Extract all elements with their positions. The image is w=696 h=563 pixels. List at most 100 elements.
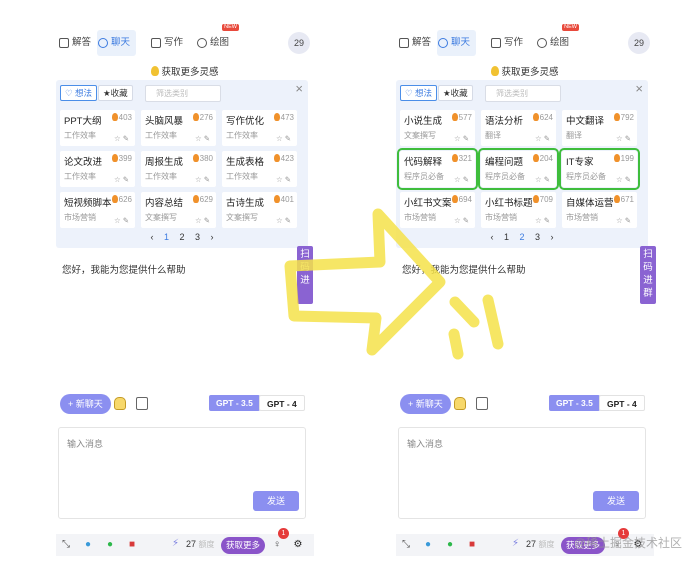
tab-draw[interactable]: 绘图 NEW [196,24,240,56]
star-edit-icons[interactable]: ☆✎ [276,175,293,184]
page-2[interactable]: 2 [519,232,524,242]
prompt-card-highlighted[interactable]: 代码解释 321 程序员必备 ☆✎ [397,148,478,190]
scan-group-tab[interactable]: 扫码进 [297,246,313,304]
prompt-card[interactable]: 内容总结 629 文案撰写 ☆✎ [141,192,216,228]
twitter-icon[interactable]: ● [82,539,94,551]
close-icon[interactable]: × [635,82,643,95]
star-edit-icons[interactable]: ☆✎ [616,216,633,225]
message-input[interactable]: 输入消息 发送 [398,427,646,519]
prev-page-button[interactable]: ‹ [490,232,493,242]
prompt-count: 626 [111,195,132,204]
inspire-link[interactable]: 获取更多灵感 [396,64,654,78]
prompt-card[interactable]: 古诗生成 401 文案撰写 ☆✎ [222,192,297,228]
prompt-card[interactable]: PPT大纲 403 工作效率 ☆✎ [60,110,135,146]
star-edit-icons[interactable]: ☆✎ [114,134,131,143]
prompt-card[interactable]: 小红书文案 694 市场营销 ☆✎ [400,192,475,228]
category-select[interactable]: 筛选类别 [485,85,561,102]
collapse-icon[interactable]: ⤡ [60,539,72,551]
gpt35-button[interactable]: GPT - 3.5 [549,395,600,411]
star-edit-icons[interactable]: ☆✎ [195,134,212,143]
tab-chat[interactable]: 聊天 [97,30,137,56]
star-edit-icons[interactable]: ☆✎ [195,175,212,184]
star-edit-icons[interactable]: ☆✎ [195,216,212,225]
document-icon[interactable] [476,397,488,410]
star-edit-icons[interactable]: ☆✎ [454,216,471,225]
star-edit-icons[interactable]: ☆✎ [114,175,131,184]
usage-counter[interactable]: 29 [628,32,650,54]
filter-fav-button[interactable]: ★收藏 [98,85,133,101]
filter-fav-button[interactable]: ★收藏 [438,85,473,101]
next-page-button[interactable]: › [211,232,214,242]
page-1[interactable]: 1 [504,232,509,242]
prompt-card[interactable]: 论文改进 399 工作效率 ☆✎ [60,151,135,187]
inspire-link[interactable]: 获取更多灵感 [56,64,314,78]
tab-chat[interactable]: 聊天 [437,30,477,56]
usage-counter[interactable]: 29 [288,32,310,54]
star-edit-icons[interactable]: ☆✎ [616,175,633,184]
gear-icon[interactable]: ⚙ [292,539,304,551]
page-3[interactable]: 3 [195,232,200,242]
gpt4-button[interactable]: GPT - 4 [599,395,645,411]
prompt-card[interactable]: 小说生成 577 文案撰写 ☆✎ [400,110,475,146]
star-edit-icons[interactable]: ☆✎ [276,134,293,143]
tab-write[interactable]: 写作 [490,30,523,56]
send-button[interactable]: 发送 [253,491,299,511]
prompt-card-highlighted[interactable]: 编程问题 204 程序员必备 ☆✎ [478,148,559,190]
star-edit-icons[interactable]: ☆✎ [535,134,552,143]
prompt-count: 629 [192,195,213,204]
prompt-card[interactable]: 中文翻译 792 翻译 ☆✎ [562,110,637,146]
star-edit-icons[interactable]: ☆✎ [454,175,471,184]
new-chat-button[interactable]: + 新聊天 [400,394,451,414]
new-chat-button[interactable]: + 新聊天 [60,394,111,414]
collapse-icon[interactable]: ⤡ [400,539,412,551]
star-edit-icons[interactable]: ☆✎ [535,216,552,225]
gpt4-button[interactable]: GPT - 4 [259,395,305,411]
prompt-card[interactable]: 短视频脚本 626 市场营销 ☆✎ [60,192,135,228]
prompt-card[interactable]: 语法分析 624 翻译 ☆✎ [481,110,556,146]
star-edit-icons[interactable]: ☆✎ [454,134,471,143]
prev-page-button[interactable]: ‹ [150,232,153,242]
gpt35-button[interactable]: GPT - 3.5 [209,395,260,411]
star-edit-icons[interactable]: ☆✎ [535,175,552,184]
send-button[interactable]: 发送 [593,491,639,511]
next-page-button[interactable]: › [551,232,554,242]
count-value: 401 [280,195,294,204]
prompt-card-highlighted[interactable]: IT专家 199 程序员必备 ☆✎ [559,148,640,190]
filter-idea-button[interactable]: ♡ 想法 [400,85,437,101]
prompt-card[interactable]: 头脑风暴 276 工作效率 ☆✎ [141,110,216,146]
prompt-card[interactable]: 小红书标题 709 市场营销 ☆✎ [481,192,556,228]
star-edit-icons[interactable]: ☆✎ [616,134,633,143]
wechat-icon[interactable]: ● [444,539,456,551]
category-select[interactable]: 筛选类别 [145,85,221,102]
tab-write[interactable]: 写作 [150,30,183,56]
filter-idea-button[interactable]: ♡ 想法 [60,85,97,101]
bulb-icon[interactable] [114,397,126,410]
message-input[interactable]: 输入消息 发送 [58,427,306,519]
document-icon[interactable] [136,397,148,410]
gift-icon[interactable]: ■ [126,539,138,551]
page-2[interactable]: 2 [179,232,184,242]
gift-icon[interactable]: ■ [466,539,478,551]
bulb-icon[interactable]: ♀ [271,539,283,551]
prompt-card[interactable]: 写作优化 473 工作效率 ☆✎ [222,110,297,146]
prompt-count: 694 [451,195,472,204]
bulb-icon[interactable] [454,397,466,410]
star-edit-icons[interactable]: ☆✎ [114,216,131,225]
tab-draw[interactable]: 绘图 NEW [536,24,580,56]
twitter-icon[interactable]: ● [422,539,434,551]
page-3[interactable]: 3 [535,232,540,242]
points-value: 27 [526,539,537,549]
flame-icon [273,195,280,203]
close-icon[interactable]: × [295,82,303,95]
prompt-card[interactable]: 自媒体运营 671 市场营销 ☆✎ [562,192,637,228]
count-value: 321 [458,154,472,163]
prompt-card[interactable]: 周报生成 380 工作效率 ☆✎ [141,151,216,187]
scan-group-tab[interactable]: 扫码进群 [640,246,656,304]
get-more-button[interactable]: 获取更多 [221,537,266,554]
tab-answer[interactable]: 解答 [398,30,431,56]
star-edit-icons[interactable]: ☆✎ [276,216,293,225]
page-1[interactable]: 1 [164,232,169,242]
wechat-icon[interactable]: ● [104,539,116,551]
tab-answer[interactable]: 解答 [58,30,91,56]
prompt-card[interactable]: 生成表格 423 工作效率 ☆✎ [222,151,297,187]
